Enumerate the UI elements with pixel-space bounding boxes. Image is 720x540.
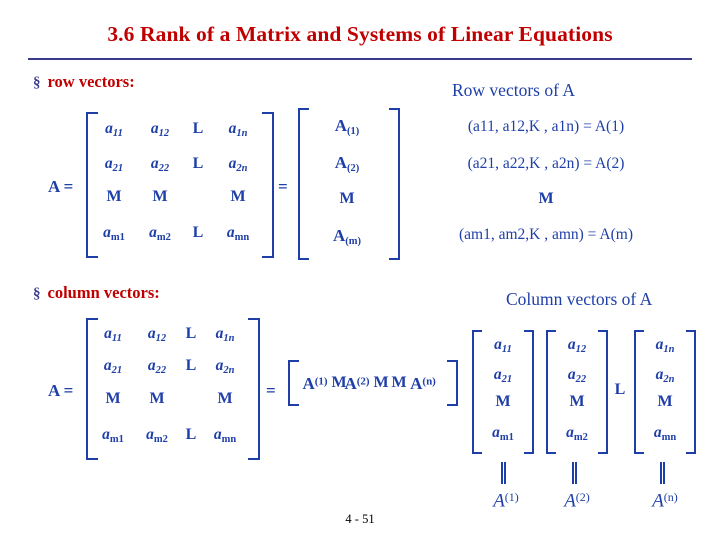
equality-bar-0 xyxy=(501,462,506,484)
col-rowform-sep-2: M xyxy=(373,374,389,391)
row-equals-sign: = xyxy=(278,177,288,196)
col-matrix-cell-0-1: a12 xyxy=(147,325,167,344)
row-matrix-cell-3-0: am1 xyxy=(103,224,125,243)
col-equals-sign: = xyxy=(266,381,276,400)
row-matrix-cell-1-3: a2n xyxy=(228,155,248,174)
page-title: 3.6 Rank of a Matrix and Systems of Line… xyxy=(107,22,613,46)
row-matrix-right-bracket xyxy=(262,112,274,258)
col-block-1-cell-0: a12 xyxy=(567,336,587,355)
caption-row-vectors: Row vectors of A xyxy=(452,80,575,101)
slide-number: 4 - 51 xyxy=(345,512,375,526)
col-matrix-cell-3-3: amn xyxy=(213,426,237,445)
col-matrix-right-bracket xyxy=(248,318,260,460)
under-label-2: A(n) xyxy=(652,490,678,512)
row-matrix-cell-3-2: L xyxy=(192,224,204,241)
equality-bar-1 xyxy=(572,462,577,484)
col-block-0-cell-3: am1 xyxy=(492,424,514,443)
col-matrix-cell-2-3: M xyxy=(217,390,233,407)
row-matrix-cell-2-0: M xyxy=(106,188,122,205)
col-matrix-cell-1-3: a2n xyxy=(215,357,235,376)
col-block-0-cell-0: a11 xyxy=(494,336,512,355)
col-rowform-A1: A(1) xyxy=(302,374,328,393)
col-block-2-cell-2: M xyxy=(657,393,673,410)
col-matrix-cell-3-1: am2 xyxy=(146,426,168,445)
col-block-0-cell-2: M xyxy=(495,393,511,410)
col-block-0-cell-1: a21 xyxy=(493,366,513,385)
caption-col-text: Column vectors of A xyxy=(506,289,653,309)
bullet-column-vectors: § column vectors: xyxy=(33,283,160,303)
col-matrix-cell-1-1: a22 xyxy=(147,357,167,376)
slide: 3.6 Rank of a Matrix and Systems of Line… xyxy=(0,0,720,540)
col-matrix-cell-3-2: L xyxy=(185,426,197,443)
col-blocks-separator: L xyxy=(614,381,626,398)
row-vector-label-1: A(2) xyxy=(334,153,360,174)
bullet-label-col: column vectors: xyxy=(47,283,160,302)
col-matrix-cell-0-3: a1n xyxy=(215,325,235,344)
caption-column-vectors: Column vectors of A xyxy=(506,289,652,310)
row-matrix-cell-3-3: amn xyxy=(226,224,250,243)
row-matrix-cell-0-0: a11 xyxy=(105,120,123,139)
bullet-row-vectors: § row vectors: xyxy=(33,72,135,92)
row-expansion-1: (a21, a22,K , a2n) = A(2) xyxy=(467,155,625,172)
col-matrix-cell-3-0: am1 xyxy=(102,426,124,445)
under-label-0: A(1) xyxy=(493,490,519,512)
row-expansion-2: M xyxy=(538,190,554,207)
col-block-2-cell-1: a2n xyxy=(655,366,675,385)
row-matrix-cell-0-3: a1n xyxy=(228,120,248,139)
row-matrix-cell-1-0: a21 xyxy=(104,155,124,174)
row-matrix-A-label: A = xyxy=(48,177,74,196)
bullet-marker-col: § xyxy=(33,286,41,302)
col-block-1-cell-2: M xyxy=(569,393,585,410)
row-expansion-3: (am1, am2,K , amn) = A(m) xyxy=(458,226,634,243)
col-rowform-An: A(n) xyxy=(410,374,436,393)
row-expansion-0: (a11, a12,K , a1n) = A(1) xyxy=(467,118,625,135)
col-block-2-cell-3: amn xyxy=(653,424,677,443)
col-block-1-cell-1: a22 xyxy=(567,366,587,385)
row-matrix-cell-2-1: M xyxy=(152,188,168,205)
col-matrix-cell-2-0: M xyxy=(105,390,121,407)
row-matrix-cell-0-1: a12 xyxy=(150,120,170,139)
row-vectors-right-bracket xyxy=(389,108,400,260)
col-matrix-cell-2-1: M xyxy=(149,390,165,407)
col-matrix-cell-1-2: L xyxy=(185,357,197,374)
title-divider xyxy=(28,58,692,60)
col-block-1-cell-3: am2 xyxy=(566,424,588,443)
col-block-2-cell-0: a1n xyxy=(655,336,675,355)
col-matrix-cell-0-2: L xyxy=(185,325,197,342)
row-vector-label-0: A(1) xyxy=(334,116,360,137)
row-matrix-cell-1-2: L xyxy=(192,155,204,172)
under-label-1: A(2) xyxy=(564,490,590,512)
row-vector-label-3: A(m) xyxy=(332,226,362,247)
caption-row-text: Row vectors of A xyxy=(452,80,575,100)
col-matrix-cell-0-0: a11 xyxy=(104,325,122,344)
equality-bar-2 xyxy=(660,462,665,484)
row-matrix-cell-0-2: L xyxy=(192,120,204,137)
row-matrix-cell-1-1: a22 xyxy=(150,155,170,174)
col-matrix-cell-1-0: a21 xyxy=(103,357,123,376)
row-vector-label-2: M xyxy=(339,190,355,207)
bullet-marker-row: § xyxy=(33,75,41,91)
col-rowform-A2: A(2) xyxy=(344,374,370,393)
col-rowform-right-bracket xyxy=(447,360,458,406)
col-matrix-A-label: A = xyxy=(48,381,74,400)
row-matrix-cell-3-1: am2 xyxy=(149,224,171,243)
row-matrix-cell-2-3: M xyxy=(230,188,246,205)
bullet-label-row: row vectors: xyxy=(47,72,135,91)
